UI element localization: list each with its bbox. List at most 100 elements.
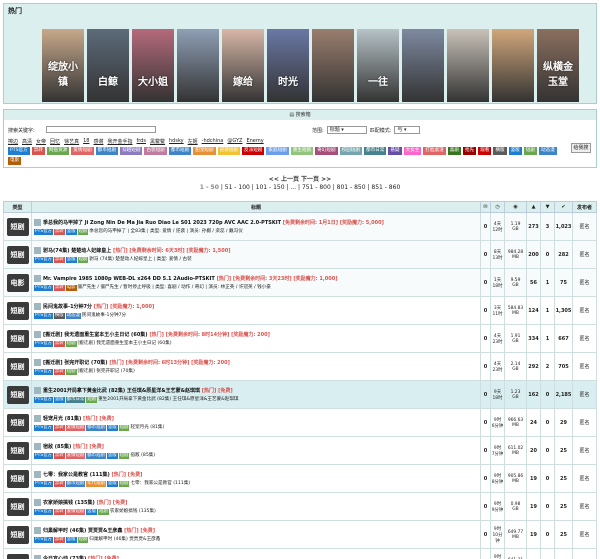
comments-count[interactable]: 0	[480, 436, 491, 465]
tag-filter[interactable]: 校园短剧	[339, 147, 362, 155]
comments-count[interactable]: 0	[480, 212, 491, 241]
search-button[interactable]: 给我搜	[571, 143, 591, 153]
type-cell[interactable]: 短剧	[3, 464, 32, 493]
leechers-count[interactable]: 0	[540, 520, 555, 549]
table-row[interactable]: 短剧 民间鬼故事-1分钟7分 [热门] [奖励魔力: 1,000] PTS官方横…	[3, 296, 597, 325]
hot-word[interactable]: 18	[83, 138, 89, 145]
torrent-tag[interactable]: 爱情短剧	[65, 508, 86, 515]
completed-count[interactable]: 25	[554, 492, 573, 521]
torrent-tag[interactable]: 都市日常	[65, 396, 86, 403]
seeders-count[interactable]: 273	[526, 212, 541, 241]
table-row[interactable]: 电影 Mr. Vampire 1985 1080p WEB-DL x264 DD…	[3, 268, 597, 297]
tag-filter[interactable]: 古装短剧	[144, 147, 167, 155]
tag-filter[interactable]: 都市短剧	[95, 147, 119, 155]
tag-filter[interactable]: 动态漫	[538, 147, 557, 155]
col-size[interactable]: ◉	[504, 201, 527, 213]
type-cell[interactable]: 短剧	[3, 296, 32, 325]
torrent-tag[interactable]: 短剧	[118, 480, 130, 487]
category-icon[interactable]: 短剧	[6, 553, 29, 559]
tag-filter[interactable]: 大女主	[403, 147, 422, 155]
tag-filter[interactable]: 奇幻短剧	[315, 147, 338, 155]
comments-count[interactable]: 0	[480, 548, 491, 559]
hot-word[interactable]: 回忆	[50, 138, 60, 145]
torrent-tag[interactable]: 年代短剧	[86, 480, 106, 487]
type-cell[interactable]: 短剧	[3, 548, 32, 559]
torrent-tag[interactable]: 短剧	[86, 396, 98, 403]
seeders-count[interactable]: 292	[526, 352, 541, 381]
hot-word[interactable]: 黑鳖鳖	[150, 138, 165, 145]
category-icon[interactable]: 短剧	[6, 497, 29, 516]
torrent-tag[interactable]: 短剧	[118, 424, 130, 431]
torrent-tag[interactable]: PTS官方	[34, 228, 53, 235]
completed-count[interactable]: 667	[554, 324, 573, 353]
torrent-title[interactable]: [搬迁剧] 张完开职记 (70集)	[43, 360, 108, 366]
leechers-count[interactable]: 3	[540, 212, 555, 241]
poster-9[interactable]	[402, 29, 444, 102]
torrent-tag[interactable]: 短剧	[77, 256, 89, 263]
torrent-tag[interactable]: 短剧	[77, 228, 89, 235]
torrent-tag[interactable]: 竖版	[106, 452, 118, 459]
leechers-count[interactable]: 0	[540, 408, 555, 437]
hot-word[interactable]: 擦边	[8, 138, 18, 145]
completed-count[interactable]: 1,305	[554, 296, 573, 325]
tag-filter[interactable]: 重生短剧	[290, 147, 314, 155]
type-cell[interactable]: 电影	[3, 268, 32, 297]
torrent-tag[interactable]: 禁转	[53, 228, 65, 235]
type-cell[interactable]: 短剧	[3, 436, 32, 465]
hot-word[interactable]: frds	[136, 138, 146, 145]
seeders-count[interactable]: 19	[526, 492, 541, 521]
torrent-tag[interactable]: 禁转	[53, 368, 65, 375]
comments-count[interactable]: 0	[480, 352, 491, 381]
leechers-count[interactable]: 0	[540, 436, 555, 465]
torrent-tag[interactable]: 竖版	[106, 424, 118, 431]
comments-count[interactable]: 0	[480, 268, 491, 297]
type-cell[interactable]: 短剧	[3, 380, 32, 409]
category-icon[interactable]: 电影	[6, 273, 29, 292]
torrent-tag[interactable]: PTS官方	[34, 480, 53, 487]
torrent-title[interactable]: 七零：我家公是教官 (111集)	[43, 472, 110, 478]
hot-word[interactable]: 我开金手指	[107, 138, 132, 145]
comments-count[interactable]: 0	[480, 464, 491, 493]
torrent-tag[interactable]: PTS官方	[34, 508, 53, 515]
poster-7[interactable]	[312, 29, 354, 102]
seeders-count[interactable]: 124	[526, 296, 541, 325]
seeders-count[interactable]: 200	[526, 240, 541, 269]
page-list[interactable]: 1 - 50 | 51 - 100 | 101 - 150 | ... | 75…	[0, 184, 600, 192]
torrent-tag[interactable]: 爱情短剧	[65, 424, 86, 431]
completed-count[interactable]: 705	[554, 352, 573, 381]
comments-count[interactable]: 0	[480, 240, 491, 269]
poster-12[interactable]: 纵横金玉堂	[537, 29, 579, 102]
poster-10[interactable]	[447, 29, 489, 102]
table-row[interactable]: 短剧 轻宠月光 (81集) [热门] [免费] PTS官方 禁转 爱情短剧 都市短剧竖…	[3, 408, 597, 437]
table-row[interactable]: 短剧 农家娇娘搞钱 (135集) [热门] [免费] PTS官方 禁转 爱情短剧 竖版…	[3, 492, 597, 521]
poster-2[interactable]: 白鲸	[87, 29, 129, 102]
torrent-title[interactable]: 季总我的马甲掉了 Ji Zong Nin De Ma Jia Ruo Diao …	[43, 220, 281, 226]
type-cell[interactable]: 短剧	[3, 408, 32, 437]
leechers-count[interactable]: 0	[540, 548, 555, 559]
torrent-tag[interactable]: 都市短剧	[65, 480, 86, 487]
hot-word[interactable]: @GYZ	[227, 138, 242, 145]
tag-filter[interactable]: 竖版	[508, 147, 522, 155]
seeders-count[interactable]: 24	[526, 408, 541, 437]
tag-filter[interactable]: 甜宠短剧	[193, 147, 216, 155]
comments-count[interactable]: 0	[480, 520, 491, 549]
category-icon[interactable]: 短剧	[6, 525, 29, 544]
completed-count[interactable]: 2,185	[554, 380, 573, 409]
tag-filter[interactable]: 短剧	[523, 147, 537, 155]
hot-word[interactable]: 女帝	[36, 138, 46, 145]
torrent-tag[interactable]: 禁转	[53, 256, 65, 263]
hot-word[interactable]: -hdchina	[202, 138, 224, 145]
torrent-tag[interactable]: 短剧	[98, 508, 109, 515]
torrent-tag[interactable]: 竖版	[106, 480, 118, 487]
col-completed[interactable]: ✔	[554, 201, 573, 213]
torrent-tag[interactable]: 竖版	[53, 396, 65, 403]
tag-filter[interactable]: 家庭短剧	[266, 147, 289, 155]
leechers-count[interactable]: 2	[540, 352, 555, 381]
table-row[interactable]: 短剧 季总我的马甲掉了 Ji Zong Nin De Ma Jia Ruo Di…	[3, 212, 597, 241]
torrent-tag[interactable]: 竖版	[86, 508, 98, 515]
torrent-tag[interactable]: PTS官方	[34, 424, 53, 431]
type-cell[interactable]: 短剧	[3, 240, 32, 269]
leechers-count[interactable]: 1	[540, 324, 555, 353]
torrent-tag[interactable]: 动态漫	[65, 312, 81, 319]
leechers-count[interactable]: 0	[540, 380, 555, 409]
